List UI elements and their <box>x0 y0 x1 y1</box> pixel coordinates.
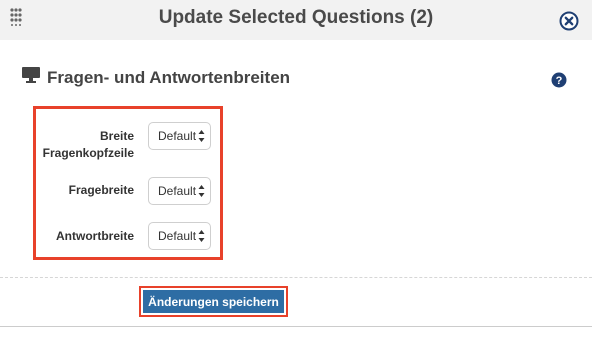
divider <box>0 277 592 278</box>
header-width-value: Default <box>158 129 197 143</box>
save-button-highlight: Änderungen speichern <box>139 286 288 317</box>
header-width-label: Breite Fragenkopfzeile <box>9 128 134 162</box>
save-changes-button[interactable]: Änderungen speichern <box>143 290 284 313</box>
question-width-label: Fragebreite <box>68 183 134 197</box>
dialog-title: Update Selected Questions (2) <box>158 7 434 28</box>
question-width-select[interactable]: Default <box>148 177 211 205</box>
header-width-label-line1: Breite <box>99 129 134 143</box>
monitor-icon <box>21 66 41 89</box>
select-arrows-icon <box>198 229 205 243</box>
answer-width-value: Default <box>158 229 197 243</box>
section-title: Fragen- und Antwortenbreiten <box>47 67 291 87</box>
header-width-select[interactable]: Default <box>148 122 211 150</box>
svg-text:?: ? <box>556 75 563 87</box>
dialog-header: Update Selected Questions (2) <box>0 0 592 40</box>
close-icon[interactable] <box>559 11 579 31</box>
section-header: Fragen- und Antwortenbreiten <box>21 66 290 89</box>
select-arrows-icon <box>198 129 205 143</box>
answer-width-select[interactable]: Default <box>148 222 211 250</box>
header-width-label-line2: Fragenkopfzeile <box>42 146 134 160</box>
help-icon[interactable]: ? <box>551 72 567 88</box>
question-width-value: Default <box>158 184 197 198</box>
footer-divider <box>0 326 592 327</box>
answer-width-label: Antwortbreite <box>56 229 134 243</box>
select-arrows-icon <box>198 184 205 198</box>
